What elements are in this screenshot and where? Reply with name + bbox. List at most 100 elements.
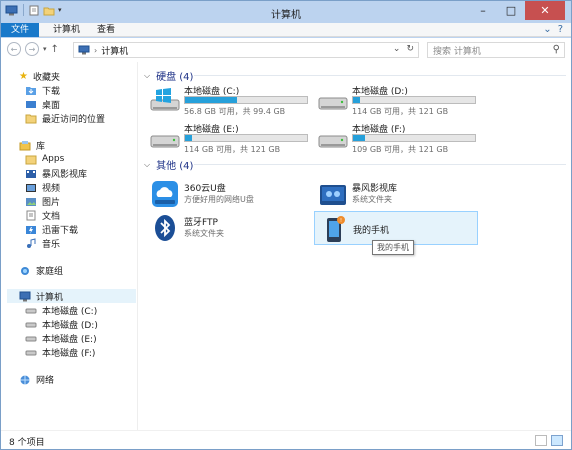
address-bar-controls: ⌄ ↻ bbox=[393, 44, 414, 54]
drive-icon bbox=[318, 97, 348, 110]
computer-icon bbox=[19, 291, 31, 301]
nav-network-label: 网络 bbox=[36, 375, 55, 386]
title-bar: ▾ 计算机 – □ ✕ bbox=[1, 1, 571, 23]
tab-file[interactable]: 文件 bbox=[1, 23, 39, 37]
drive-icon bbox=[25, 308, 37, 313]
nav-item-drive-c[interactable]: 本地磁盘 (C:) bbox=[25, 303, 97, 317]
nav-item-documents[interactable]: 文档 bbox=[25, 208, 60, 222]
content-area: ★ 收藏夹 下载 桌面 最近访问的位置 库 Apps 暴风影视库 视频 图片 文… bbox=[1, 62, 571, 430]
forward-button[interactable]: → bbox=[25, 42, 39, 56]
search-icon[interactable]: ⚲ bbox=[553, 44, 560, 55]
group-header-others[interactable]: ⌵ 其他 (4) bbox=[144, 157, 194, 173]
maximize-button[interactable]: □ bbox=[497, 1, 525, 20]
drive-usage-fill bbox=[353, 135, 366, 141]
recent-locations-icon[interactable]: ▾ bbox=[43, 45, 47, 53]
nav-item-pictures[interactable]: 图片 bbox=[25, 194, 60, 208]
nav-item-label: 视频 bbox=[42, 183, 61, 194]
details-view-icon[interactable] bbox=[535, 435, 547, 446]
search-input[interactable]: 搜索 计算机 bbox=[433, 44, 481, 57]
nav-favorites-label: 收藏夹 bbox=[32, 72, 60, 83]
drive-f[interactable]: 本地磁盘 (F:) 109 GB 可用，共 121 GB bbox=[318, 122, 478, 154]
drive-usage-fill bbox=[185, 135, 193, 141]
ribbon-tabs: 文件 计算机 查看 ⌄ ? bbox=[1, 23, 571, 37]
group-title: 其他 (4) bbox=[156, 161, 194, 172]
drive-d[interactable]: 本地磁盘 (D:) 114 GB 可用，共 121 GB bbox=[318, 84, 478, 116]
window-controls: – □ ✕ bbox=[469, 1, 565, 20]
nav-item-label: 下载 bbox=[42, 86, 61, 97]
address-bar[interactable]: › 计算机 ⌄ ↻ bbox=[73, 42, 419, 58]
navigation-pane[interactable]: ★ 收藏夹 下载 桌面 最近访问的位置 库 Apps 暴风影视库 视频 图片 文… bbox=[1, 62, 137, 430]
documents-icon bbox=[26, 210, 36, 220]
help-icon[interactable]: ? bbox=[558, 24, 563, 35]
nav-item-drive-d[interactable]: 本地磁盘 (D:) bbox=[25, 317, 98, 331]
nav-item-label: 音乐 bbox=[42, 239, 61, 250]
drive-e[interactable]: 本地磁盘 (E:) 114 GB 可用，共 121 GB bbox=[150, 122, 310, 154]
breadcrumb-chevron-icon[interactable]: › bbox=[94, 46, 97, 55]
drive-usage-fill bbox=[185, 97, 238, 103]
nav-network[interactable]: 网络 bbox=[19, 372, 54, 386]
minimize-button[interactable]: – bbox=[469, 1, 497, 20]
search-box[interactable]: 搜索 计算机 ⚲ bbox=[427, 42, 565, 58]
nav-libraries[interactable]: 库 bbox=[19, 138, 45, 152]
nav-item-label: 暴风影视库 bbox=[42, 169, 88, 180]
view-switcher bbox=[535, 435, 563, 446]
item-baofeng-library[interactable]: 暴风影视库 系统文件夹 bbox=[314, 177, 478, 211]
drive-space-info: 56.8 GB 可用，共 99.4 GB bbox=[184, 107, 286, 116]
nav-item-label: Apps bbox=[42, 154, 65, 164]
item-description: 方便好用的网络U盘 bbox=[184, 195, 254, 204]
nav-libraries-label: 库 bbox=[36, 141, 46, 152]
nav-item-music[interactable]: 音乐 bbox=[25, 236, 60, 250]
desktop-icon bbox=[26, 100, 36, 108]
nav-item-label: 最近访问的位置 bbox=[42, 114, 106, 125]
phone-icon: ! bbox=[327, 216, 345, 242]
homegroup-icon bbox=[21, 266, 29, 275]
drive-usage-bar bbox=[184, 134, 308, 142]
collapse-icon[interactable]: ⌵ bbox=[144, 71, 150, 81]
items-view[interactable]: ⌵ 硬盘 (4) 本地磁盘 (C:) 56.8 GB 可用，共 99.4 GB bbox=[138, 62, 571, 430]
drive-c[interactable]: 本地磁盘 (C:) 56.8 GB 可用，共 99.4 GB bbox=[150, 84, 310, 116]
nav-item-apps[interactable]: Apps bbox=[25, 152, 64, 166]
drive-icon bbox=[25, 336, 37, 341]
group-divider bbox=[194, 75, 566, 76]
item-name: 蓝牙FTP bbox=[184, 218, 218, 228]
address-row: ← → ▾ ↑ › 计算机 ⌄ ↻ 搜索 计算机 ⚲ bbox=[1, 38, 571, 62]
nav-homegroup[interactable]: 家庭组 bbox=[19, 263, 63, 277]
drive-usage-bar bbox=[352, 134, 476, 142]
nav-item-desktop[interactable]: 桌面 bbox=[25, 97, 60, 111]
bluetooth-icon bbox=[155, 215, 175, 241]
tab-computer[interactable]: 计算机 bbox=[43, 23, 90, 37]
nav-item-baofeng[interactable]: 暴风影视库 bbox=[25, 166, 87, 180]
item-name: 360云U盘 bbox=[184, 184, 226, 194]
close-button[interactable]: ✕ bbox=[525, 1, 565, 20]
ribbon-right-controls: ⌄ ? bbox=[543, 24, 563, 35]
apps-icon bbox=[25, 155, 37, 164]
up-button[interactable]: ↑ bbox=[51, 44, 59, 55]
back-button[interactable]: ← bbox=[7, 42, 21, 56]
item-360-cloud-drive[interactable]: 360云U盘 方便好用的网络U盘 bbox=[146, 177, 310, 211]
nav-item-thunder-downloads[interactable]: 迅雷下载 bbox=[25, 222, 78, 236]
nav-item-label: 本地磁盘 (E:) bbox=[42, 334, 97, 345]
nav-item-drive-f[interactable]: 本地磁盘 (F:) bbox=[25, 345, 95, 359]
refresh-icon[interactable]: ↻ bbox=[406, 44, 414, 54]
nav-item-videos[interactable]: 视频 bbox=[25, 180, 60, 194]
breadcrumb-computer[interactable]: 计算机 bbox=[101, 44, 128, 57]
drive-icon bbox=[318, 135, 348, 148]
nav-item-recent-places[interactable]: 最近访问的位置 bbox=[25, 111, 105, 125]
collapse-icon[interactable]: ⌵ bbox=[144, 160, 150, 170]
group-header-drives[interactable]: ⌵ 硬盘 (4) bbox=[144, 68, 193, 84]
address-dropdown-icon[interactable]: ⌄ bbox=[393, 44, 401, 54]
nav-computer[interactable]: 计算机 bbox=[7, 289, 136, 303]
download-folder-icon bbox=[26, 86, 36, 95]
drive-space-info: 114 GB 可用，共 121 GB bbox=[184, 145, 281, 154]
video-library-icon bbox=[320, 185, 346, 205]
drive-space-info: 109 GB 可用，共 121 GB bbox=[352, 145, 449, 154]
nav-favorites[interactable]: ★ 收藏夹 bbox=[19, 69, 60, 83]
tab-view[interactable]: 查看 bbox=[87, 23, 125, 37]
videos-icon bbox=[26, 183, 36, 192]
windows-drive-icon bbox=[150, 88, 180, 111]
ribbon-expand-icon[interactable]: ⌄ bbox=[543, 24, 551, 35]
item-bluetooth-ftp[interactable]: 蓝牙FTP 系统文件夹 bbox=[146, 211, 310, 245]
nav-item-drive-e[interactable]: 本地磁盘 (E:) bbox=[25, 331, 97, 345]
tiles-view-icon[interactable] bbox=[551, 435, 563, 446]
nav-item-downloads[interactable]: 下载 bbox=[25, 83, 60, 97]
